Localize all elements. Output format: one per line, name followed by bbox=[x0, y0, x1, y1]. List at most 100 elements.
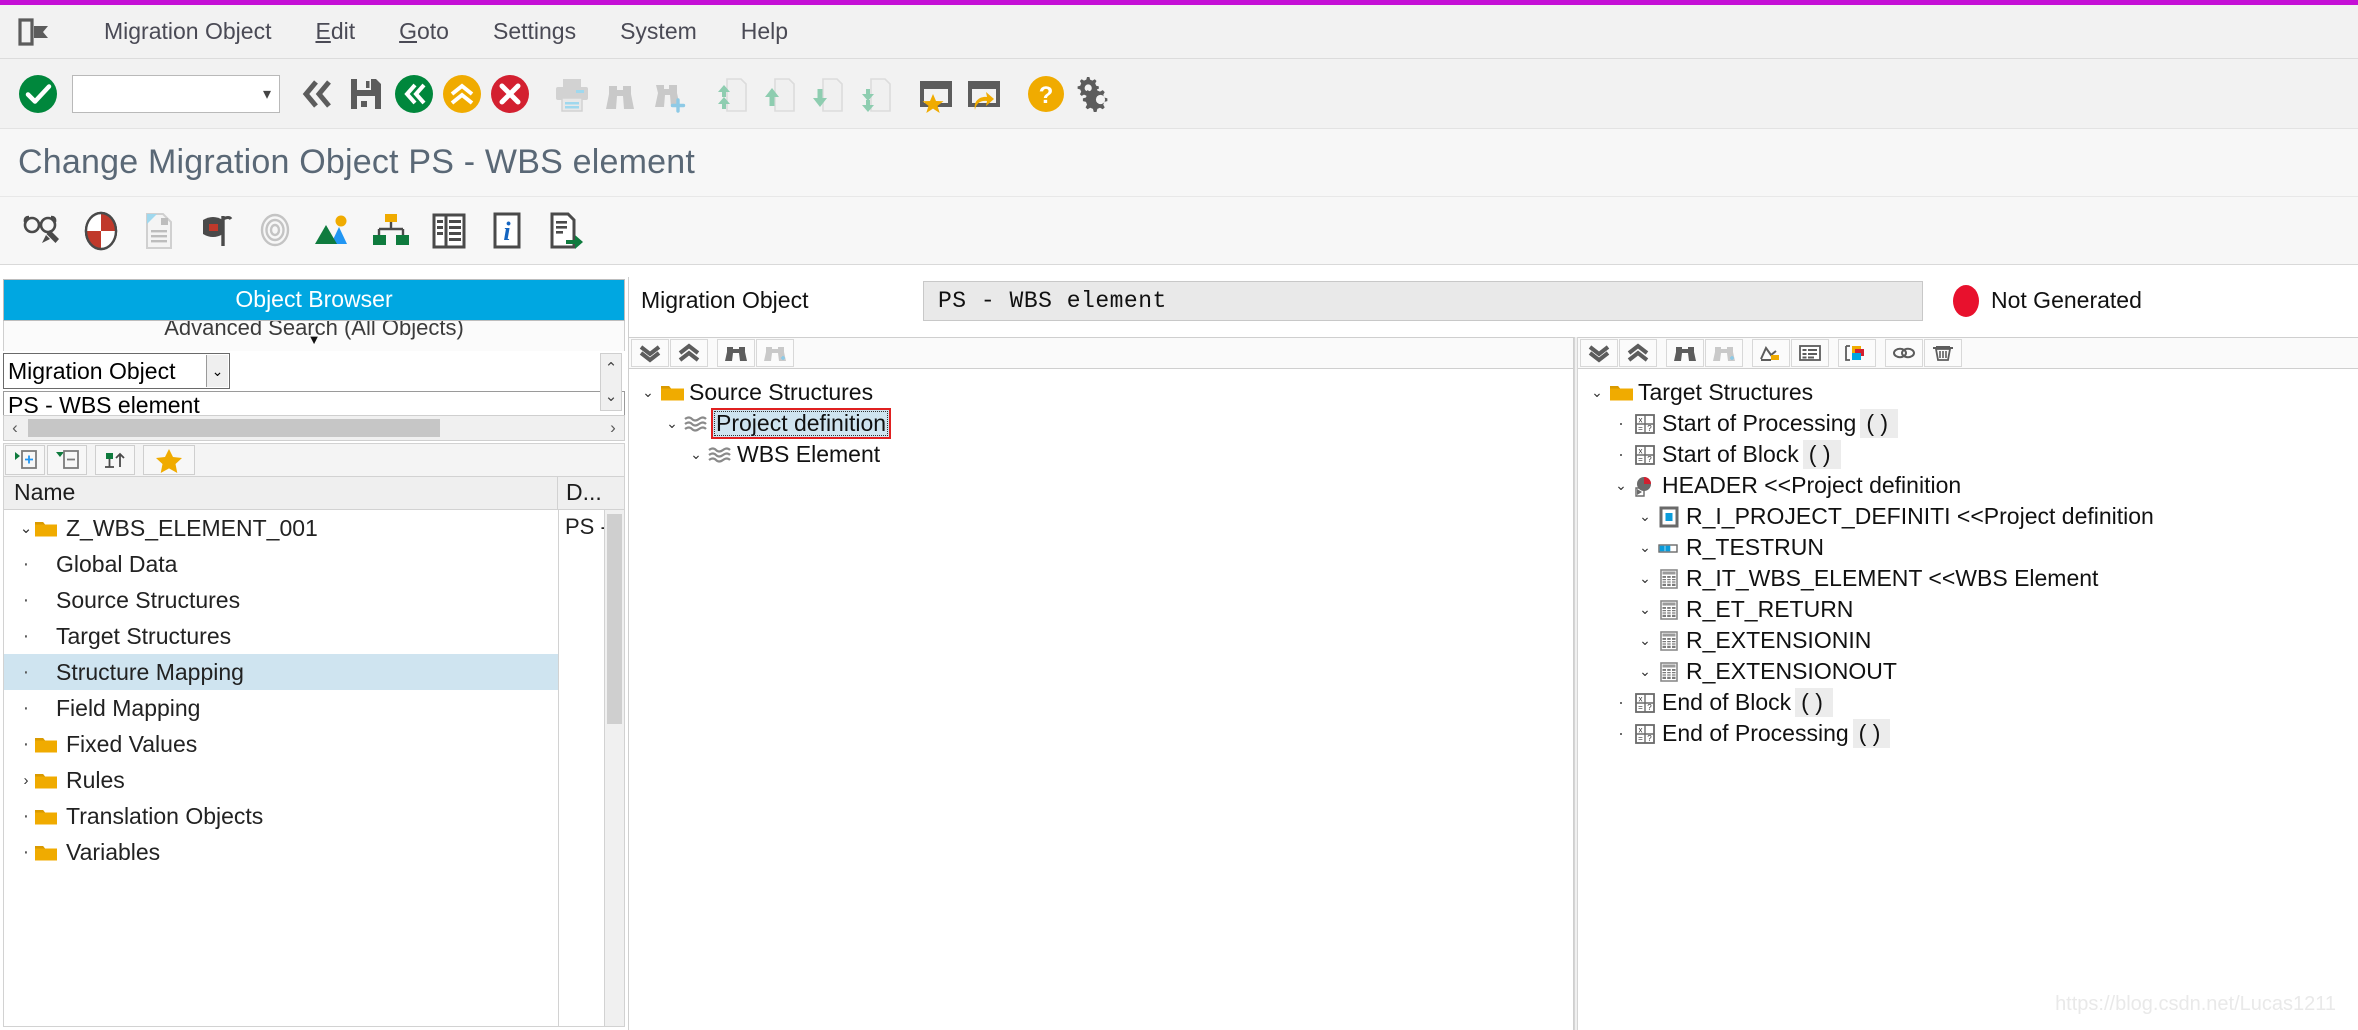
target-tree-row-r-et-return[interactable]: ⌄ R_ET_RETURN bbox=[1578, 594, 2358, 625]
collapse-all-button[interactable] bbox=[631, 339, 669, 367]
chevron-down-icon[interactable]: ⌄ bbox=[1636, 663, 1654, 680]
scroll-right-icon[interactable]: › bbox=[602, 418, 624, 438]
link-button[interactable] bbox=[1885, 339, 1923, 367]
enter-button[interactable] bbox=[14, 70, 62, 118]
flag-button[interactable] bbox=[188, 205, 246, 257]
source-tree-row-wbs-element[interactable]: ⌄ WBS Element bbox=[629, 439, 1573, 470]
scroll-down-icon[interactable]: ⌄ bbox=[605, 382, 618, 410]
tree-row-z-wbs-element-001[interactable]: ⌄ Z_WBS_ELEMENT_001 bbox=[4, 510, 558, 546]
tree-row-fixed-values[interactable]: · Fixed Values bbox=[4, 726, 558, 762]
new-session-button[interactable] bbox=[960, 70, 1008, 118]
chevron-down-icon[interactable]: ⌄ bbox=[639, 384, 657, 401]
assign-structure-button[interactable] bbox=[1752, 339, 1790, 367]
first-page-button[interactable] bbox=[706, 70, 754, 118]
command-field[interactable]: ▾ bbox=[72, 74, 280, 113]
collapse-all-button[interactable] bbox=[1580, 339, 1618, 367]
menu-item-migration-object[interactable]: Migration Object bbox=[82, 14, 293, 49]
menu-item-goto[interactable]: Goto bbox=[377, 14, 471, 49]
chevron-down-icon[interactable]: ⌄ bbox=[206, 355, 228, 387]
chevron-down-icon[interactable]: ⌄ bbox=[18, 519, 34, 537]
tree-row-translation-objects[interactable]: · Translation Objects bbox=[4, 798, 558, 834]
documentation-button[interactable] bbox=[130, 205, 188, 257]
back-green-button[interactable] bbox=[390, 70, 438, 118]
target-tree-row-target-structures[interactable]: ⌄ Target Structures bbox=[1578, 377, 2358, 408]
tree-row-structure-mapping[interactable]: · Structure Mapping bbox=[4, 654, 558, 690]
chevron-down-icon[interactable]: ▼ bbox=[308, 332, 321, 347]
target-tree-row-start-of-processing[interactable]: · x = ? Start of Processing ( ) bbox=[1578, 408, 2358, 439]
chevron-right-icon[interactable]: › bbox=[18, 772, 34, 789]
find-next-button[interactable] bbox=[644, 70, 692, 118]
chevron-down-icon[interactable]: ⌄ bbox=[1636, 601, 1654, 618]
target-button[interactable] bbox=[246, 205, 304, 257]
find-button[interactable] bbox=[596, 70, 644, 118]
find-button[interactable] bbox=[1666, 339, 1704, 367]
target-tree-row-r-i-project-definiti[interactable]: ⌄ R_I_PROJECT_DEFINITI <<Project definit… bbox=[1578, 501, 2358, 532]
previous-page-button[interactable] bbox=[754, 70, 802, 118]
menu-item-help[interactable]: Help bbox=[719, 14, 810, 49]
find-next-button[interactable] bbox=[756, 339, 794, 367]
scroll-up-icon[interactable]: ⌃ bbox=[605, 354, 618, 382]
help-button[interactable]: ? bbox=[1022, 70, 1070, 118]
back-button[interactable] bbox=[294, 70, 342, 118]
delete-button[interactable] bbox=[1924, 339, 1962, 367]
chevron-down-icon[interactable]: ⌄ bbox=[1636, 570, 1654, 587]
target-tree-row-start-of-block[interactable]: · x = ? Start of Block ( ) bbox=[1578, 439, 2358, 470]
chevron-down-icon[interactable]: ⌄ bbox=[1636, 632, 1654, 649]
create-shortcut-button[interactable] bbox=[912, 70, 960, 118]
object-browser-hscrollbar[interactable]: ‹ › bbox=[3, 415, 625, 441]
print-button[interactable] bbox=[548, 70, 596, 118]
object-type-select[interactable]: Migration Object ⌄ bbox=[3, 353, 230, 389]
object-browser-scrollbar[interactable]: ⌃ ⌄ bbox=[600, 353, 622, 411]
tree-row-variables[interactable]: · Variables bbox=[4, 834, 558, 870]
vscroll-thumb[interactable] bbox=[607, 514, 622, 724]
table-view-button[interactable] bbox=[420, 205, 478, 257]
layers-button[interactable] bbox=[1838, 339, 1876, 367]
favorites-button[interactable] bbox=[143, 445, 195, 475]
chevron-down-icon[interactable]: ⌄ bbox=[663, 415, 681, 432]
target-tree-row-header[interactable]: ⌄ HEADER <<Project definition bbox=[1578, 470, 2358, 501]
sort-button[interactable] bbox=[95, 445, 135, 475]
menu-item-edit[interactable]: Edit bbox=[293, 14, 377, 49]
column-header-description[interactable]: D... bbox=[558, 477, 624, 509]
chevron-down-icon[interactable]: ⌄ bbox=[1636, 508, 1654, 525]
menu-item-system[interactable]: System bbox=[598, 14, 719, 49]
exit-button[interactable] bbox=[438, 70, 486, 118]
chevron-down-icon[interactable]: ⌄ bbox=[1612, 477, 1630, 494]
chevron-down-icon[interactable]: ⌄ bbox=[1588, 384, 1606, 401]
chevron-down-icon[interactable]: ⌄ bbox=[687, 446, 705, 463]
target-tree-row-end-of-processing[interactable]: · x = ? End of Processing ( ) bbox=[1578, 718, 2358, 749]
expand-all-button[interactable] bbox=[670, 339, 708, 367]
expand-node-button[interactable] bbox=[5, 445, 45, 475]
tree-row-target-structures[interactable]: · Target Structures bbox=[4, 618, 558, 654]
tree-row-field-mapping[interactable]: · Field Mapping bbox=[4, 690, 558, 726]
hierarchy-button[interactable] bbox=[362, 205, 420, 257]
find-button[interactable] bbox=[717, 339, 755, 367]
advanced-search-row[interactable]: Advanced Search (All Objects) ▼ bbox=[3, 321, 625, 351]
column-header-name[interactable]: Name bbox=[4, 477, 558, 509]
graphic-button[interactable] bbox=[304, 205, 362, 257]
hscroll-thumb[interactable] bbox=[28, 419, 440, 437]
target-tree-row-r-extensionout[interactable]: ⌄ R_EXTENSIONOUT bbox=[1578, 656, 2358, 687]
source-tree-row-source-structures[interactable]: ⌄ Source Structures bbox=[629, 377, 1573, 408]
expand-all-button[interactable] bbox=[1619, 339, 1657, 367]
collapse-node-button[interactable] bbox=[47, 445, 87, 475]
last-page-button[interactable] bbox=[850, 70, 898, 118]
tree-row-source-structures[interactable]: · Source Structures bbox=[4, 582, 558, 618]
tree-row-global-data[interactable]: · Global Data bbox=[4, 546, 558, 582]
scroll-left-icon[interactable]: ‹ bbox=[4, 418, 26, 438]
cancel-button[interactable] bbox=[486, 70, 534, 118]
save-button[interactable] bbox=[342, 70, 390, 118]
system-menu-icon[interactable] bbox=[18, 15, 60, 49]
customize-button[interactable] bbox=[1070, 70, 1118, 118]
target-tree-row-end-of-block[interactable]: · x = ? End of Block ( ) bbox=[1578, 687, 2358, 718]
source-tree-row-project-definition[interactable]: ⌄ Project definition bbox=[629, 408, 1573, 439]
target-tree-row-r-testrun[interactable]: ⌄ R_TESTRUN bbox=[1578, 532, 2358, 563]
info-button[interactable]: i bbox=[478, 205, 536, 257]
export-button[interactable] bbox=[536, 205, 594, 257]
chevron-down-icon[interactable]: ⌄ bbox=[1636, 539, 1654, 556]
target-tree-row-r-it-wbs-element[interactable]: ⌄ R_IT_WBS_ELEMENT <<WBS Element bbox=[1578, 563, 2358, 594]
next-page-button[interactable] bbox=[802, 70, 850, 118]
find-next-button[interactable] bbox=[1705, 339, 1743, 367]
object-tree-vscrollbar[interactable] bbox=[604, 510, 624, 1026]
list-details-button[interactable] bbox=[1791, 339, 1829, 367]
